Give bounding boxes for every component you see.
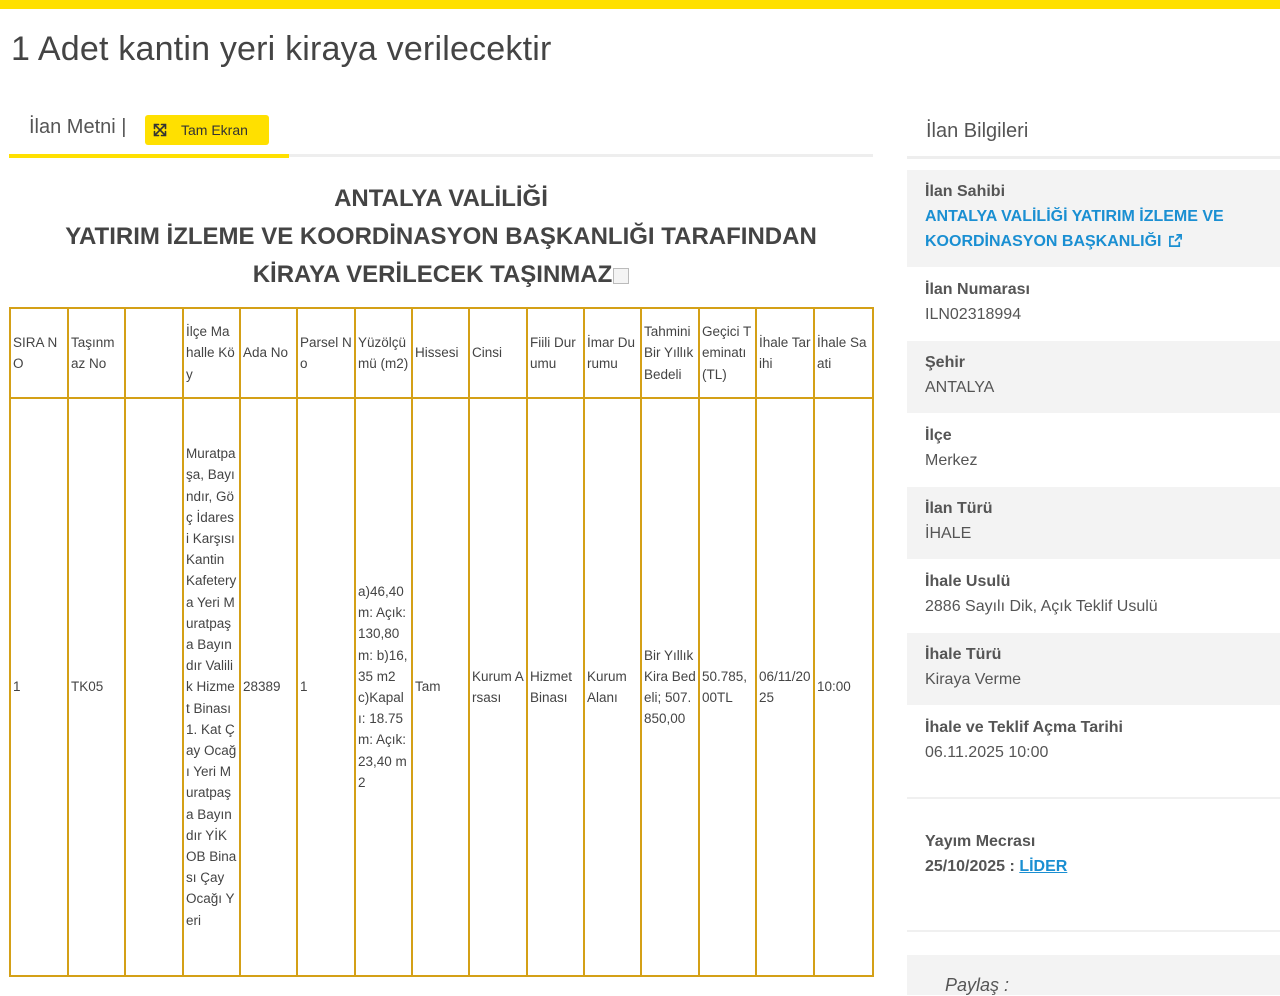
cell-cinsi: Kurum Arsası bbox=[468, 397, 528, 977]
info-ilce: İlçe Merkez bbox=[907, 414, 1280, 486]
header-empty bbox=[124, 307, 184, 399]
sehir-value: ANTALYA bbox=[925, 379, 995, 396]
info-yayim-mecrasi: Yayım Mecrası 25/10/2025 : LİDER bbox=[907, 820, 1280, 900]
ilan-turu-value: İHALE bbox=[925, 525, 972, 542]
cell-empty bbox=[124, 397, 184, 977]
ilan-numarasi-label: İlan Numarası bbox=[925, 281, 1030, 298]
info-ilan-numarasi: İlan Numarası ILN02318994 bbox=[907, 268, 1280, 340]
header-ilce-mahalle-koy: İlçe Mahalle Köy bbox=[182, 307, 241, 399]
fullscreen-label: Tam Ekran bbox=[181, 122, 248, 138]
ihale-turu-label: İhale Türü bbox=[925, 646, 1002, 663]
cell-fiili-durumu: Hizmet Binası bbox=[526, 397, 585, 977]
property-table: SIRA NO Taşınmaz No İlçe Mahalle Köy Ada… bbox=[9, 307, 874, 977]
cell-tahmini-bedel: Bir Yıllık Kira Bedeli; 507.850,00 bbox=[640, 397, 700, 977]
ihale-turu-value: Kiraya Verme bbox=[925, 671, 1022, 688]
fullscreen-button[interactable]: Tam Ekran bbox=[145, 115, 269, 145]
broken-image-icon bbox=[613, 268, 630, 284]
header-parsel-no: Parsel No bbox=[296, 307, 356, 399]
cell-gecici-teminat: 50.785,00TL bbox=[698, 397, 757, 977]
share-section: Paylaş : bbox=[907, 955, 1280, 995]
sidebar-separator bbox=[907, 797, 1280, 799]
cell-yuzolcumu: a)46,40 m: Açık: 130,80 m: b)16,35 m2 c)… bbox=[354, 397, 413, 977]
heading-line-1: ANTALYA VALİLİĞİ bbox=[334, 185, 548, 212]
ilce-value: Merkez bbox=[925, 452, 978, 469]
lider-link[interactable]: LİDER bbox=[1019, 858, 1067, 875]
cell-sira-no: 1 bbox=[9, 397, 69, 977]
header-ihale-tarihi: İhale Tarihi bbox=[755, 307, 815, 399]
ilan-sahibi-label: İlan Sahibi bbox=[925, 183, 1006, 200]
heading-line-2: YATIRIM İZLEME VE KOORDİNASYON BAŞKANLIĞ… bbox=[65, 223, 817, 250]
info-ilan-sahibi: İlan Sahibi ANTALYA VALİLİĞİ YATIRIM İZL… bbox=[907, 170, 1280, 267]
table-row: 1 TK05 Muratpaşa, Bayındır, Göç İdaresi … bbox=[9, 397, 874, 977]
header-tahmini-bedel: Tahmini Bir Yıllık Bedeli bbox=[640, 307, 700, 399]
sidebar-title-underline bbox=[907, 156, 1280, 159]
ilan-sahibi-line-2: KOORDİNASYON BAŞKANLIĞI bbox=[925, 233, 1162, 250]
heading-line-3-text: KİRAYA VERİLECEK TAŞINMAZ bbox=[252, 261, 613, 288]
sidebar-title: İlan Bilgileri bbox=[926, 120, 1029, 142]
info-ihale-turu: İhale Türü Kiraya Verme bbox=[907, 633, 1280, 705]
cell-tasinmaz-no: TK05 bbox=[67, 397, 126, 977]
yayim-mecrasi-label: Yayım Mecrası bbox=[925, 833, 1036, 850]
info-sehir: Şehir ANTALYA bbox=[907, 341, 1280, 413]
tab-ilan-metni[interactable]: İlan Metni | bbox=[29, 116, 126, 139]
external-link-icon bbox=[1168, 234, 1182, 247]
sehir-label: Şehir bbox=[925, 354, 966, 371]
info-ihale-tarihi: İhale ve Teklif Açma Tarihi 06.11.2025 1… bbox=[907, 706, 1280, 778]
header-gecici-teminat: Geçici Teminatı (TL) bbox=[698, 307, 757, 399]
top-accent-bar bbox=[0, 0, 1280, 9]
info-ihale-usulu: İhale Usulü 2886 Sayılı Dik, Açık Teklif… bbox=[907, 560, 1280, 632]
cell-parsel-no: 1 bbox=[296, 397, 356, 977]
header-yuzolcumu: Yüzölçümü (m2) bbox=[354, 307, 413, 399]
ilce-label: İlçe bbox=[925, 427, 952, 444]
header-ada-no: Ada No bbox=[239, 307, 298, 399]
tab-underline-active bbox=[9, 154, 289, 158]
header-sira-no: SIRA NO bbox=[9, 307, 69, 399]
cell-ada-no: 28389 bbox=[239, 397, 298, 977]
ihale-tarihi-label: İhale ve Teklif Açma Tarihi bbox=[925, 719, 1123, 736]
header-fiili-durumu: Fiili Durumu bbox=[526, 307, 585, 399]
page-title: 1 Adet kantin yeri kiraya verilecektir bbox=[11, 30, 552, 68]
yayim-date: 25/10/2025 : bbox=[925, 858, 1015, 875]
cell-ihale-saati: 10:00 bbox=[813, 397, 874, 977]
expand-arrows-icon bbox=[153, 123, 167, 137]
info-ilan-turu: İlan Türü İHALE bbox=[907, 487, 1280, 559]
yayim-mecrasi-value: 25/10/2025 : LİDER bbox=[925, 854, 1280, 880]
ilan-sahibi-link[interactable]: ANTALYA VALİLİĞİ YATIRIM İZLEME VE KOORD… bbox=[925, 208, 1224, 250]
header-hissesi: Hissesi bbox=[411, 307, 470, 399]
tab-row: İlan Metni | Tam Ekran bbox=[9, 104, 873, 160]
header-cinsi: Cinsi bbox=[468, 307, 528, 399]
header-ihale-saati: İhale Saati bbox=[813, 307, 874, 399]
cell-imar-durumu: Kurum Alanı bbox=[583, 397, 642, 977]
table-header-row: SIRA NO Taşınmaz No İlçe Mahalle Köy Ada… bbox=[9, 307, 874, 399]
ihale-usulu-label: İhale Usulü bbox=[925, 573, 1011, 590]
cell-ilce-mahalle-koy: Muratpaşa, Bayındır, Göç İdaresi Karşısı… bbox=[182, 397, 241, 977]
sidebar-separator-2 bbox=[907, 930, 1280, 932]
document-heading: ANTALYA VALİLİĞİ YATIRIM İZLEME VE KOORD… bbox=[9, 180, 873, 294]
ilan-turu-label: İlan Türü bbox=[925, 500, 993, 517]
share-label: Paylaş : bbox=[945, 975, 1010, 995]
ihale-tarihi-value: 06.11.2025 10:00 bbox=[925, 744, 1049, 761]
heading-line-3: KİRAYA VERİLECEK TAŞINMAZ bbox=[9, 256, 873, 294]
ilan-numarasi-value: ILN02318994 bbox=[925, 306, 1022, 323]
cell-hissesi: Tam bbox=[411, 397, 470, 977]
header-imar-durumu: İmar Durumu bbox=[583, 307, 642, 399]
ilan-sahibi-line-1: ANTALYA VALİLİĞİ YATIRIM İZLEME VE bbox=[925, 208, 1224, 225]
header-tasinmaz-no: Taşınmaz No bbox=[67, 307, 126, 399]
cell-ihale-tarihi: 06/11/2025 bbox=[755, 397, 815, 977]
ihale-usulu-value: 2886 Sayılı Dik, Açık Teklif Usulü bbox=[925, 598, 1158, 615]
